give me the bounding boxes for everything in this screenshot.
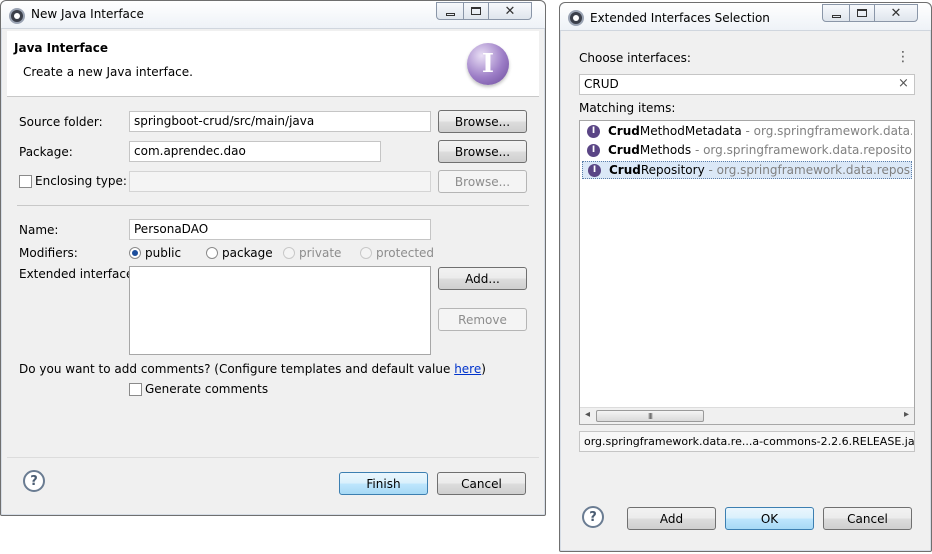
remove-interface-button[interactable]: Remove bbox=[438, 308, 527, 331]
choose-interfaces-label: Choose interfaces: bbox=[579, 51, 691, 65]
modifier-package-label: package bbox=[222, 246, 273, 260]
add-button[interactable]: Add bbox=[627, 507, 716, 530]
source-folder-input[interactable]: springboot-crud/src/main/java bbox=[129, 111, 431, 132]
close-icon: ✕ bbox=[504, 3, 516, 19]
minimize-button[interactable] bbox=[436, 2, 464, 20]
right-dialog-title: Extended Interfaces Selection bbox=[590, 11, 770, 25]
ok-button[interactable]: OK bbox=[725, 507, 814, 530]
left-dialog-title: New Java Interface bbox=[31, 7, 144, 21]
left-titlebar: New Java Interface ✕ bbox=[1, 1, 545, 29]
eclipse-app-icon bbox=[568, 10, 584, 26]
source-folder-browse-button[interactable]: Browse... bbox=[438, 110, 527, 133]
interface-icon: I bbox=[588, 164, 601, 177]
extended-interfaces-selection-dialog: Extended Interfaces Selection ✕ Choose i… bbox=[559, 2, 932, 552]
finish-button[interactable]: Finish bbox=[339, 472, 428, 495]
maximize-icon bbox=[471, 7, 481, 15]
help-icon: ? bbox=[30, 473, 38, 489]
wizard-header-title: Java Interface bbox=[14, 41, 109, 55]
selected-item-location: org.springframework.data.re...a-commons-… bbox=[579, 431, 915, 452]
interface-search-input[interactable]: CRUD bbox=[579, 74, 915, 95]
modifier-private-radio[interactable] bbox=[283, 247, 295, 259]
help-button[interactable]: ? bbox=[23, 470, 45, 492]
modifier-protected-radio[interactable] bbox=[360, 247, 372, 259]
name-label: Name: bbox=[19, 223, 59, 237]
matching-items-label: Matching items: bbox=[579, 101, 676, 115]
scroll-right-icon[interactable]: ▸ bbox=[904, 409, 909, 420]
help-button[interactable]: ? bbox=[582, 506, 604, 528]
maximize-button[interactable] bbox=[463, 2, 489, 20]
extended-interfaces-list[interactable] bbox=[129, 266, 431, 355]
close-icon: ✕ bbox=[890, 5, 902, 21]
generate-comments-checkbox[interactable] bbox=[129, 383, 142, 396]
enclosing-type-browse-button[interactable]: Browse... bbox=[438, 170, 527, 193]
interface-icon: I bbox=[587, 125, 600, 138]
modifier-private-label: private bbox=[299, 246, 342, 260]
minimize-icon bbox=[831, 14, 841, 18]
close-button[interactable]: ✕ bbox=[874, 4, 918, 22]
list-item[interactable]: I CrudMethodMetadata - org.springframewor… bbox=[582, 123, 912, 141]
maximize-icon bbox=[857, 9, 867, 17]
interface-icon: I bbox=[587, 144, 600, 157]
extended-interfaces-label: Extended interfaces: bbox=[19, 267, 144, 281]
eclipse-app-icon bbox=[9, 8, 25, 24]
package-input[interactable]: com.aprendec.dao bbox=[129, 141, 381, 162]
modifier-public-radio[interactable] bbox=[129, 247, 141, 259]
interface-I-icon: I bbox=[467, 43, 509, 85]
enclosing-type-input[interactable] bbox=[129, 171, 431, 192]
modifiers-label: Modifiers: bbox=[19, 246, 78, 260]
source-folder-label: Source folder: bbox=[19, 115, 103, 129]
close-button[interactable]: ✕ bbox=[488, 2, 532, 20]
modifier-package-radio[interactable] bbox=[206, 247, 218, 259]
horizontal-scrollbar[interactable]: ◂ III ▸ bbox=[580, 407, 914, 424]
wizard-header-subtitle: Create a new Java interface. bbox=[23, 65, 193, 79]
generate-comments-label: Generate comments bbox=[145, 382, 269, 396]
cancel-button[interactable]: Cancel bbox=[437, 472, 526, 495]
footer-separator bbox=[7, 457, 539, 458]
modifier-public-label: public bbox=[145, 246, 182, 260]
minimize-icon bbox=[445, 12, 455, 16]
new-java-interface-dialog: New Java Interface ✕ Java Interface Crea… bbox=[0, 0, 546, 516]
form-separator bbox=[17, 205, 529, 206]
list-item-selected[interactable]: I CrudRepository - org.springframework.da… bbox=[582, 161, 912, 179]
clear-search-icon[interactable]: × bbox=[898, 76, 909, 91]
cancel-button[interactable]: Cancel bbox=[823, 507, 912, 530]
wizard-header: Java Interface Create a new Java interfa… bbox=[7, 31, 539, 97]
view-menu-icon[interactable]: ⋮ bbox=[896, 49, 910, 65]
scroll-left-icon[interactable]: ◂ bbox=[585, 409, 590, 420]
add-interface-button[interactable]: Add... bbox=[438, 267, 527, 290]
package-browse-button[interactable]: Browse... bbox=[438, 140, 527, 163]
maximize-button[interactable] bbox=[849, 4, 875, 22]
name-input[interactable]: PersonaDAO bbox=[129, 219, 431, 240]
configure-templates-link[interactable]: here bbox=[454, 362, 481, 376]
modifier-protected-label: protected bbox=[376, 246, 435, 260]
help-icon: ? bbox=[589, 509, 597, 525]
scrollbar-thumb[interactable]: III bbox=[596, 410, 704, 422]
list-item[interactable]: I CrudMethods - org.springframework.data.… bbox=[582, 142, 912, 160]
matching-items-list[interactable]: I CrudMethodMetadata - org.springframewor… bbox=[579, 120, 915, 425]
right-titlebar: Extended Interfaces Selection ✕ bbox=[560, 3, 931, 31]
enclosing-type-checkbox[interactable] bbox=[19, 175, 32, 188]
enclosing-type-label: Enclosing type: bbox=[35, 174, 127, 188]
comments-question: Do you want to add comments? (Configure … bbox=[19, 362, 486, 376]
minimize-button[interactable] bbox=[822, 4, 850, 22]
package-label: Package: bbox=[19, 145, 73, 159]
